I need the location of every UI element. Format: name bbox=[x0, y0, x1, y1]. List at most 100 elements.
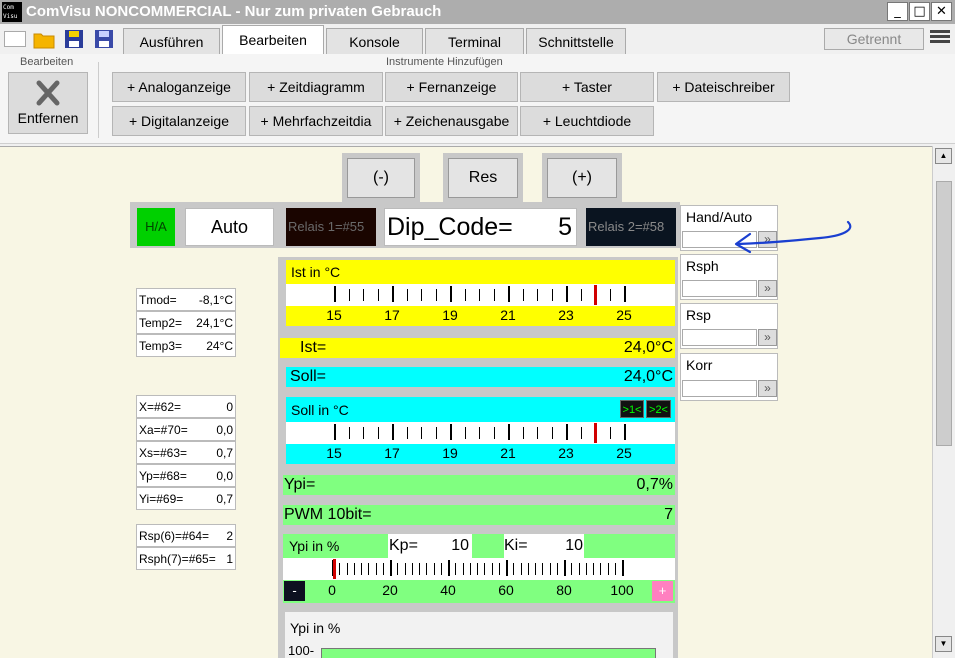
connection-status-button[interactable]: Getrennt bbox=[824, 28, 924, 50]
var-value: 0,0 bbox=[216, 468, 233, 483]
ki-value: 10 bbox=[565, 537, 583, 554]
soll-preset-2-button[interactable]: >2< bbox=[646, 400, 671, 418]
rsp-value: 2 bbox=[226, 528, 233, 543]
side-widget-title: Korr bbox=[686, 357, 713, 373]
scroll-thumb[interactable] bbox=[936, 181, 952, 446]
plus-button-frame: (+) bbox=[542, 153, 622, 203]
add-fernanzeige-button[interactable]: + Fernanzeige bbox=[385, 72, 518, 102]
ki-display: Ki= 10 bbox=[504, 534, 584, 558]
side-widget-input[interactable] bbox=[682, 380, 757, 397]
soll-gauge-title-text: Soll in °C bbox=[291, 402, 349, 418]
gauge-value-marker bbox=[594, 423, 597, 443]
remove-button[interactable]: Entfernen bbox=[8, 72, 88, 134]
gauge-tick bbox=[624, 424, 626, 440]
rsp-list: Rsp(6)=#64= 2 Rsph(7)=#65= 1 bbox=[136, 524, 236, 570]
tab-terminal[interactable]: Terminal bbox=[425, 28, 524, 54]
tab-konsole[interactable]: Konsole bbox=[326, 28, 423, 54]
instrument-canvas: (-) Res (+) H/A Auto Relais 1=#55 Dip_Co… bbox=[0, 146, 932, 658]
ypi-increment-button[interactable]: + bbox=[652, 581, 673, 601]
add-analoganzeige-button[interactable]: + Analoganzeige bbox=[112, 72, 246, 102]
gauge-tick bbox=[498, 563, 500, 575]
vertical-scrollbar[interactable]: ▲ ▼ bbox=[932, 146, 955, 658]
tab-bearbeiten[interactable]: Bearbeiten bbox=[222, 25, 324, 55]
add-taster-button[interactable]: + Taster bbox=[520, 72, 654, 102]
side-widget-send-button[interactable]: » bbox=[758, 280, 777, 297]
side-widget: Korr » bbox=[680, 353, 778, 401]
gauge-tick bbox=[580, 289, 582, 301]
ki-label: Ki= bbox=[504, 537, 528, 554]
side-widget-input[interactable] bbox=[682, 329, 757, 346]
add-leuchtdiode-button[interactable]: + Leuchtdiode bbox=[520, 106, 654, 136]
var-row: X=#62= 0 bbox=[136, 395, 236, 418]
side-widget-send-button[interactable]: » bbox=[758, 380, 777, 397]
gauge-tick-label: 15 bbox=[326, 445, 342, 461]
gauge-tick bbox=[609, 289, 611, 301]
gauge-tick bbox=[506, 560, 508, 576]
group-label-instrumente: Instrumente Hinzufügen bbox=[386, 56, 503, 68]
gauge-tick bbox=[508, 424, 510, 440]
ypi-decrement-button[interactable]: - bbox=[284, 581, 305, 601]
gauge-tick-label: 25 bbox=[616, 445, 632, 461]
ribbon-divider bbox=[98, 62, 99, 138]
gauge-tick bbox=[462, 563, 464, 575]
gauge-tick-label: 17 bbox=[384, 307, 400, 323]
gauge-tick-label: 15 bbox=[326, 307, 342, 323]
gauge-tick-label: 23 bbox=[558, 445, 574, 461]
close-button[interactable]: ✕ bbox=[931, 2, 952, 21]
save-as-icon[interactable] bbox=[93, 29, 115, 49]
ypi-chart-ytick: 100- bbox=[288, 643, 315, 658]
gauge-tick bbox=[411, 563, 413, 575]
auto-display: Auto bbox=[185, 208, 274, 246]
gauge-tick bbox=[535, 563, 536, 575]
gauge-tick bbox=[464, 289, 466, 301]
maximize-button[interactable]: □ bbox=[909, 2, 930, 21]
open-folder-icon[interactable] bbox=[33, 29, 55, 49]
var-value: 0,7 bbox=[216, 491, 233, 506]
add-dateischreiber-button[interactable]: + Dateischreiber bbox=[657, 72, 790, 102]
add-mehrfachzeitdia-button[interactable]: + Mehrfachzeitdia bbox=[249, 106, 383, 136]
gauge-tick bbox=[520, 563, 522, 575]
gauge-tick-label: 60 bbox=[498, 582, 514, 598]
scroll-up-icon[interactable]: ▲ bbox=[935, 148, 952, 164]
rsp-label: Rsp(6)=#64= bbox=[139, 528, 210, 543]
ypi-chart-plot-area bbox=[321, 648, 656, 658]
minimize-button[interactable]: _ bbox=[887, 2, 908, 21]
soll-preset-1-button[interactable]: >1< bbox=[620, 400, 644, 418]
gauge-tick bbox=[464, 427, 466, 439]
add-zeitdiagramm-button[interactable]: + Zeitdiagramm bbox=[249, 72, 383, 102]
ypi-gauge-header: Ypi in % Kp= 10 Ki= 10 bbox=[283, 534, 675, 558]
reset-button[interactable]: Res bbox=[448, 158, 518, 198]
kp-display: Kp= 10 bbox=[388, 534, 472, 558]
scroll-down-icon[interactable]: ▼ bbox=[935, 636, 952, 652]
gauge-tick bbox=[455, 563, 457, 575]
gauge-tick-label: 25 bbox=[616, 307, 632, 323]
gauge-tick bbox=[390, 560, 392, 576]
tab-ausfuehren[interactable]: Ausführen bbox=[123, 28, 220, 54]
add-zeichenausgabe-button[interactable]: + Zeichenausgabe bbox=[385, 106, 518, 136]
gauge-tick bbox=[614, 563, 616, 575]
dip-code-value: 5 bbox=[558, 213, 572, 241]
save-icon[interactable] bbox=[63, 29, 85, 49]
remove-label: Entfernen bbox=[17, 110, 79, 126]
hamburger-menu-icon[interactable] bbox=[930, 28, 950, 48]
tab-schnittstelle[interactable]: Schnittstelle bbox=[526, 28, 626, 54]
gauge-tick bbox=[421, 427, 422, 439]
temp-value: -8,1°C bbox=[198, 292, 233, 307]
ist-gauge-scale bbox=[286, 284, 675, 306]
soll-display: Soll= 24,0°C bbox=[286, 367, 675, 387]
gauge-tick bbox=[346, 563, 348, 575]
new-file-icon[interactable] bbox=[4, 31, 26, 47]
gauge-tick-label: 21 bbox=[500, 307, 516, 323]
pwm-label: PWM 10bit= bbox=[284, 506, 372, 523]
gauge-tick-label: 23 bbox=[558, 307, 574, 323]
gauge-tick bbox=[566, 424, 568, 440]
gauge-tick bbox=[571, 563, 573, 575]
add-digitalanzeige-button[interactable]: + Digitalanzeige bbox=[112, 106, 246, 136]
minus-button[interactable]: (-) bbox=[347, 158, 415, 198]
gauge-tick bbox=[348, 427, 350, 439]
plus-button[interactable]: (+) bbox=[547, 158, 617, 198]
title-bar: Com Visu ComVisu NONCOMMERCIAL - Nur zum… bbox=[0, 0, 955, 24]
gauge-tick bbox=[419, 563, 420, 575]
side-widget-send-button[interactable]: » bbox=[758, 329, 777, 346]
side-widget-input[interactable] bbox=[682, 280, 757, 297]
